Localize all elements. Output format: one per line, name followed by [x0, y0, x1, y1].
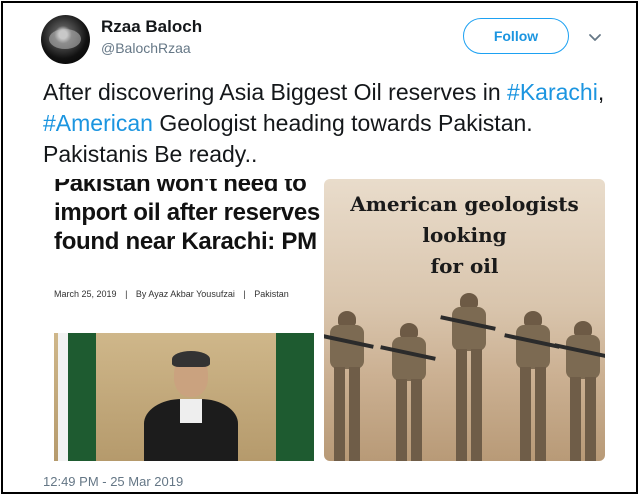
tweet-separator: , [597, 79, 605, 105]
news-clipping[interactable]: Pakistan won't need to import oil after … [44, 179, 323, 461]
soldier-figure [554, 321, 605, 461]
news-author: By Ayaz Akbar Yousufzai [135, 289, 235, 299]
news-meta-separator: | [125, 289, 128, 299]
news-meta: March 25, 2019 | By Ayaz Akbar Yousufzai… [54, 289, 295, 299]
news-date: March 25, 2019 [54, 289, 117, 299]
author-handle[interactable]: @BalochRzaa [101, 40, 191, 56]
news-category: Pakistan [254, 289, 289, 299]
follow-button[interactable]: Follow [463, 18, 569, 54]
hashtag-american[interactable]: #American [43, 110, 153, 136]
meme-caption-line2: looking [422, 223, 507, 247]
tweet-card: Rzaa Baloch @BalochRzaa Follow After dis… [1, 1, 638, 494]
soldier-figure [324, 311, 374, 461]
tweet-text-part1: After discovering Asia Biggest Oil reser… [43, 79, 501, 105]
soldier-figure [440, 293, 496, 461]
pm-photo [54, 333, 314, 461]
tweet-timestamp[interactable]: 12:49 PM - 25 Mar 2019 [43, 474, 183, 489]
avatar[interactable] [41, 15, 90, 64]
meme-caption: American geologists looking for oil [324, 189, 605, 282]
tweet-media[interactable]: Pakistan won't need to import oil after … [44, 179, 605, 461]
chevron-down-icon[interactable] [587, 29, 603, 45]
meme-caption-line1: American geologists [350, 192, 579, 216]
meme-caption-line3: for oil [430, 254, 499, 278]
pakistan-flag [276, 333, 314, 461]
news-headline: Pakistan won't need to import oil after … [54, 179, 320, 255]
soldier-figure [504, 311, 560, 461]
news-meta-separator: | [243, 289, 246, 299]
hashtag-karachi[interactable]: #Karachi [507, 79, 598, 105]
person-figure [136, 351, 246, 461]
author-name[interactable]: Rzaa Baloch [101, 17, 202, 37]
pakistan-flag [58, 333, 96, 461]
tweet-text: After discovering Asia Biggest Oil reser… [43, 77, 613, 170]
soldier-figure [380, 323, 436, 461]
meme-image[interactable]: American geologists looking for oil [324, 179, 605, 461]
